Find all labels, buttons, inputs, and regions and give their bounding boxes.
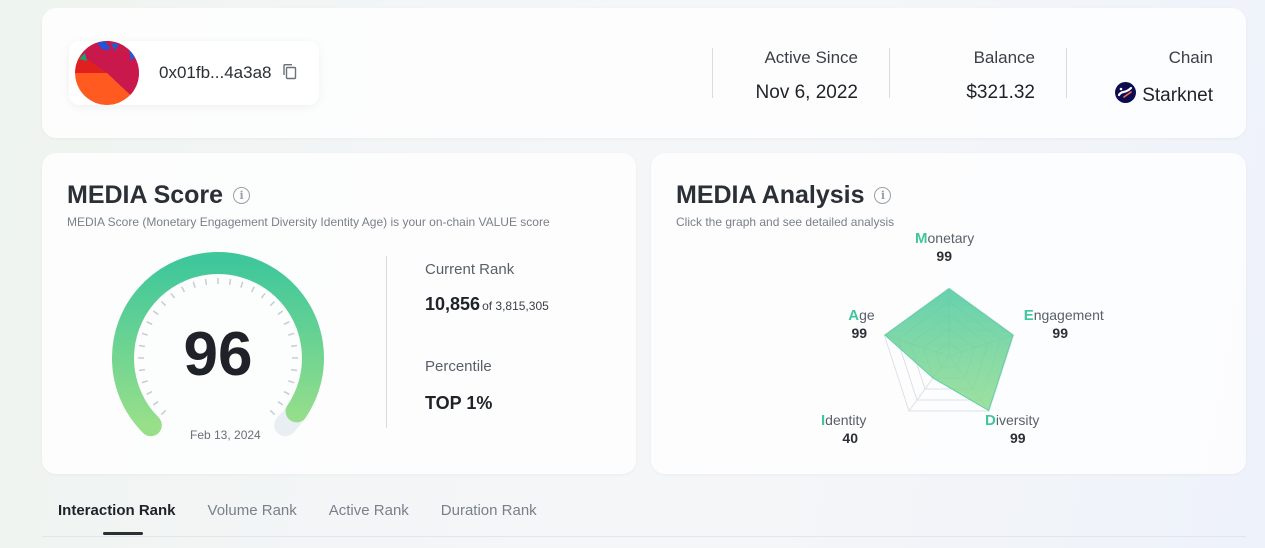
wallet-address: 0x01fb...4a3a8 — [159, 63, 272, 82]
stat-value: Starknet — [1072, 82, 1213, 109]
gauge-tick — [277, 310, 284, 316]
profile-card: 0x01fb...4a3a8 Active Since Nov 6, 2022 … — [42, 8, 1246, 138]
radar-area[interactable] — [884, 288, 1014, 412]
radar-axis-label[interactable]: Engagement — [1024, 307, 1104, 324]
info-icon[interactable]: i — [233, 187, 251, 204]
score-title: MEDIA Score i — [67, 181, 251, 210]
gauge-tick — [288, 332, 295, 336]
rank-number: 10,856 — [425, 294, 481, 314]
divider — [712, 48, 713, 98]
analysis-subtitle: Click the graph and see detailed analysi… — [676, 215, 895, 229]
media-score-card: MEDIA Score i MEDIA Score (Monetary Enga… — [42, 153, 636, 474]
balance-value: $321.32 — [966, 82, 1035, 103]
radar-axis-value: 99 — [1052, 325, 1068, 341]
divider — [386, 256, 387, 428]
score-value: 96 — [184, 320, 253, 389]
gauge-tick — [141, 380, 148, 384]
radar-axis-value: 40 — [842, 430, 858, 446]
radar-axis-label[interactable]: Identity — [821, 412, 866, 429]
stat-value: $321.32 — [902, 82, 1035, 104]
avatar — [75, 41, 139, 105]
divider — [1066, 48, 1067, 98]
gauge-tick — [146, 390, 153, 395]
gauge-tick — [269, 409, 276, 416]
percentile-value: TOP 1% — [425, 393, 493, 413]
tab-volume-rank[interactable]: Volume Rank — [208, 502, 297, 519]
gauge-tick — [138, 368, 146, 372]
radar-axis-value: 99 — [1010, 430, 1026, 446]
gauge-tick — [288, 380, 295, 384]
current-rank-label: Current Rank — [425, 261, 515, 278]
starknet-icon — [1115, 82, 1137, 109]
gauge-tick — [160, 300, 167, 307]
divider — [889, 48, 890, 98]
gauge-tick — [277, 400, 284, 406]
radar-axis-label[interactable]: Monetary — [915, 233, 974, 247]
gauge-tick — [146, 321, 153, 326]
gauge-tick — [269, 300, 276, 307]
radar-axis-value: 99 — [852, 325, 868, 341]
gauge-tick — [170, 292, 176, 299]
gauge-tick — [283, 321, 290, 326]
analysis-title-text: MEDIA Analysis — [676, 181, 865, 209]
tab-active-rank[interactable]: Active Rank — [329, 502, 409, 519]
stat-value: Nov 6, 2022 — [722, 82, 858, 104]
radar-axis-value: 99 — [936, 248, 952, 264]
gauge-tick — [160, 409, 167, 416]
gauge-tick — [290, 344, 298, 348]
gauge-tick — [260, 292, 266, 299]
gauge-tick — [141, 332, 148, 336]
active-tab-indicator — [103, 532, 143, 535]
gauge-tick — [250, 286, 255, 293]
divider — [42, 536, 1246, 537]
stat-label: Chain — [1168, 48, 1213, 67]
gauge-tick — [283, 390, 290, 395]
gauge-tick — [192, 281, 196, 288]
gauge-tick — [138, 344, 146, 348]
active-since-value: Nov 6, 2022 — [755, 82, 858, 103]
radar-axis-label[interactable]: Age — [848, 307, 875, 324]
gauge-tick — [228, 278, 232, 286]
radar-chart[interactable]: Monetary99Engagement99Diversity99Identit… — [801, 233, 1141, 458]
stat-chain: Chain Starknet — [1072, 48, 1213, 106]
gauge-tick — [240, 281, 244, 288]
radar-axis-label[interactable]: Diversity — [985, 412, 1039, 429]
score-title-text: MEDIA Score — [67, 181, 224, 209]
stat-active-since: Active Since Nov 6, 2022 — [722, 48, 858, 103]
chain-value: Starknet — [1142, 84, 1213, 106]
info-icon[interactable]: i — [874, 187, 892, 204]
gauge-tick — [204, 278, 208, 286]
tab-duration-rank[interactable]: Duration Rank — [441, 502, 537, 519]
percentile-label: Percentile — [425, 358, 492, 375]
score-subtitle: MEDIA Score (Monetary Engagement Diversi… — [67, 215, 550, 229]
score-date: Feb 13, 2024 — [190, 428, 261, 442]
current-rank-value: 10,856 of 3,815,305 — [425, 294, 549, 315]
address-pill: 0x01fb...4a3a8 — [69, 41, 319, 105]
gauge-tick — [181, 286, 186, 293]
analysis-title: MEDIA Analysis i — [676, 181, 892, 210]
gauge-tick — [290, 368, 298, 372]
rank-total: of 3,815,305 — [482, 299, 549, 313]
stat-label: Balance — [973, 48, 1035, 67]
tab-interaction-rank[interactable]: Interaction Rank — [58, 502, 176, 519]
stat-label: Active Since — [764, 48, 858, 67]
gauge-tick — [152, 400, 159, 406]
gauge-tick — [152, 310, 159, 316]
copy-icon[interactable] — [282, 63, 298, 81]
score-gauge: 96 — [112, 252, 324, 437]
media-analysis-card: MEDIA Analysis i Click the graph and see… — [651, 153, 1246, 474]
stat-balance: Balance $321.32 — [902, 48, 1035, 103]
rank-tabs: Interaction Rank Volume Rank Active Rank… — [58, 502, 569, 519]
